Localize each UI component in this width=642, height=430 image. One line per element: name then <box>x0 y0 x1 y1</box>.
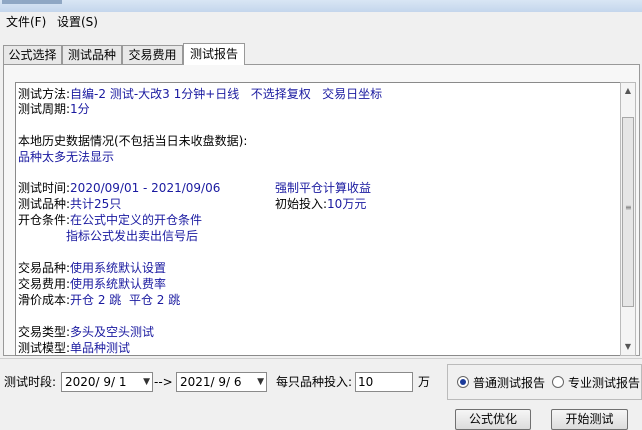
end-date-value: 2021/ 9/ 6 <box>180 375 242 389</box>
fee-label: 交易费用: <box>18 277 71 291</box>
radio-normal-label: 普通测试报告 <box>473 376 546 390</box>
tab-formula-select[interactable]: 公式选择 <box>3 45 62 64</box>
title-bar-fragment <box>2 0 62 4</box>
trade-symbols-value: 使用系统默认设置 <box>70 261 167 275</box>
scroll-up-arrow-icon[interactable]: ▲ <box>621 83 635 99</box>
menu-bar: 文件(F) 设置(S) <box>0 12 642 33</box>
radio-pro-report[interactable]: 专业测试报告 <box>552 375 640 391</box>
radio-normal-report[interactable]: 普通测试报告 <box>457 375 545 391</box>
scrollbar-thumb[interactable]: ≡ <box>622 117 634 307</box>
tab-test-symbols[interactable]: 测试品种 <box>62 45 122 64</box>
open-label: 开仓条件: <box>18 213 71 227</box>
force-close-note: 强制平仓计算收益 <box>275 181 372 195</box>
symbols-label: 测试品种: <box>18 197 71 211</box>
period-label: 测试周期: <box>18 102 71 116</box>
open-value-1: 在公式中定义的开仓条件 <box>70 213 203 227</box>
chevron-down-icon[interactable]: ▼ <box>257 377 264 387</box>
report-text-area[interactable]: 测试方法:自编-2 测试-大改3 1分钟+日线 不选择复权 交易日坐标 测试周期… <box>15 82 621 356</box>
menu-settings[interactable]: 设置(S) <box>55 14 100 31</box>
start-test-button[interactable]: 开始测试 <box>551 409 628 430</box>
trade-symbols-label: 交易品种: <box>18 261 71 275</box>
method-label: 测试方法: <box>18 87 71 101</box>
history-value: 品种太多无法显示 <box>18 150 115 164</box>
start-date-value: 2020/ 9/ 1 <box>65 375 127 389</box>
open-value-2: 指标公式发出卖出信号后 <box>66 229 199 243</box>
bottom-divider <box>0 358 642 359</box>
time-label: 测试时间: <box>18 181 71 195</box>
model-value: 单品种测试 <box>70 341 131 355</box>
chevron-down-icon[interactable]: ▼ <box>143 377 150 387</box>
invest-value: 10万元 <box>327 197 367 211</box>
method-value: 自编-2 测试-大改3 1分钟+日线 不选择复权 交易日坐标 <box>70 87 383 101</box>
radio-unselected-icon[interactable] <box>552 376 564 388</box>
report-scrollbar[interactable]: ▲ ≡ ▼ <box>620 82 636 356</box>
model-label: 测试模型: <box>18 341 71 355</box>
menu-file[interactable]: 文件(F) <box>4 14 48 31</box>
invest-amount-field[interactable] <box>355 372 413 392</box>
test-period-label: 测试时段: <box>4 375 57 389</box>
scroll-grip-icon: ≡ <box>625 203 632 212</box>
radio-selected-icon[interactable] <box>457 376 469 388</box>
report-type-group: 普通测试报告 专业测试报告 <box>447 364 642 400</box>
period-value: 1分 <box>70 102 90 116</box>
slippage-value: 开仓 2 跳 平仓 2 跳 <box>70 293 181 307</box>
scroll-down-arrow-icon[interactable]: ▼ <box>621 339 635 355</box>
radio-pro-label: 专业测试报告 <box>568 376 641 390</box>
start-date-picker[interactable]: 2020/ 9/ 1 ▼ <box>61 372 153 392</box>
symbols-value: 共计25只 <box>70 197 122 211</box>
history-title: 本地历史数据情况(不包括当日未收盘数据): <box>18 134 248 148</box>
fee-value: 使用系统默认费率 <box>70 277 167 291</box>
trade-type-label: 交易类型: <box>18 325 71 339</box>
end-date-picker[interactable]: 2021/ 9/ 6 ▼ <box>176 372 267 392</box>
invest-label: 初始投入: <box>275 197 328 211</box>
date-range-arrow: --> <box>154 375 173 389</box>
invest-amount-input[interactable] <box>358 374 408 390</box>
window-title-bar <box>0 0 642 12</box>
time-value: 2020/09/01 - 2021/09/06 <box>70 181 221 195</box>
per-symbol-invest-label: 每只品种投入: <box>276 375 353 389</box>
slippage-label: 滑价成本: <box>18 293 71 307</box>
tab-bar: 公式选择 测试品种 交易费用 测试报告 <box>0 43 642 65</box>
tab-trade-fees[interactable]: 交易费用 <box>122 45 183 64</box>
trade-type-value: 多头及空头测试 <box>70 325 155 339</box>
invest-unit-label: 万 <box>418 375 431 389</box>
tab-test-report[interactable]: 测试报告 <box>183 43 245 65</box>
formula-optimize-button[interactable]: 公式优化 <box>455 409 531 430</box>
